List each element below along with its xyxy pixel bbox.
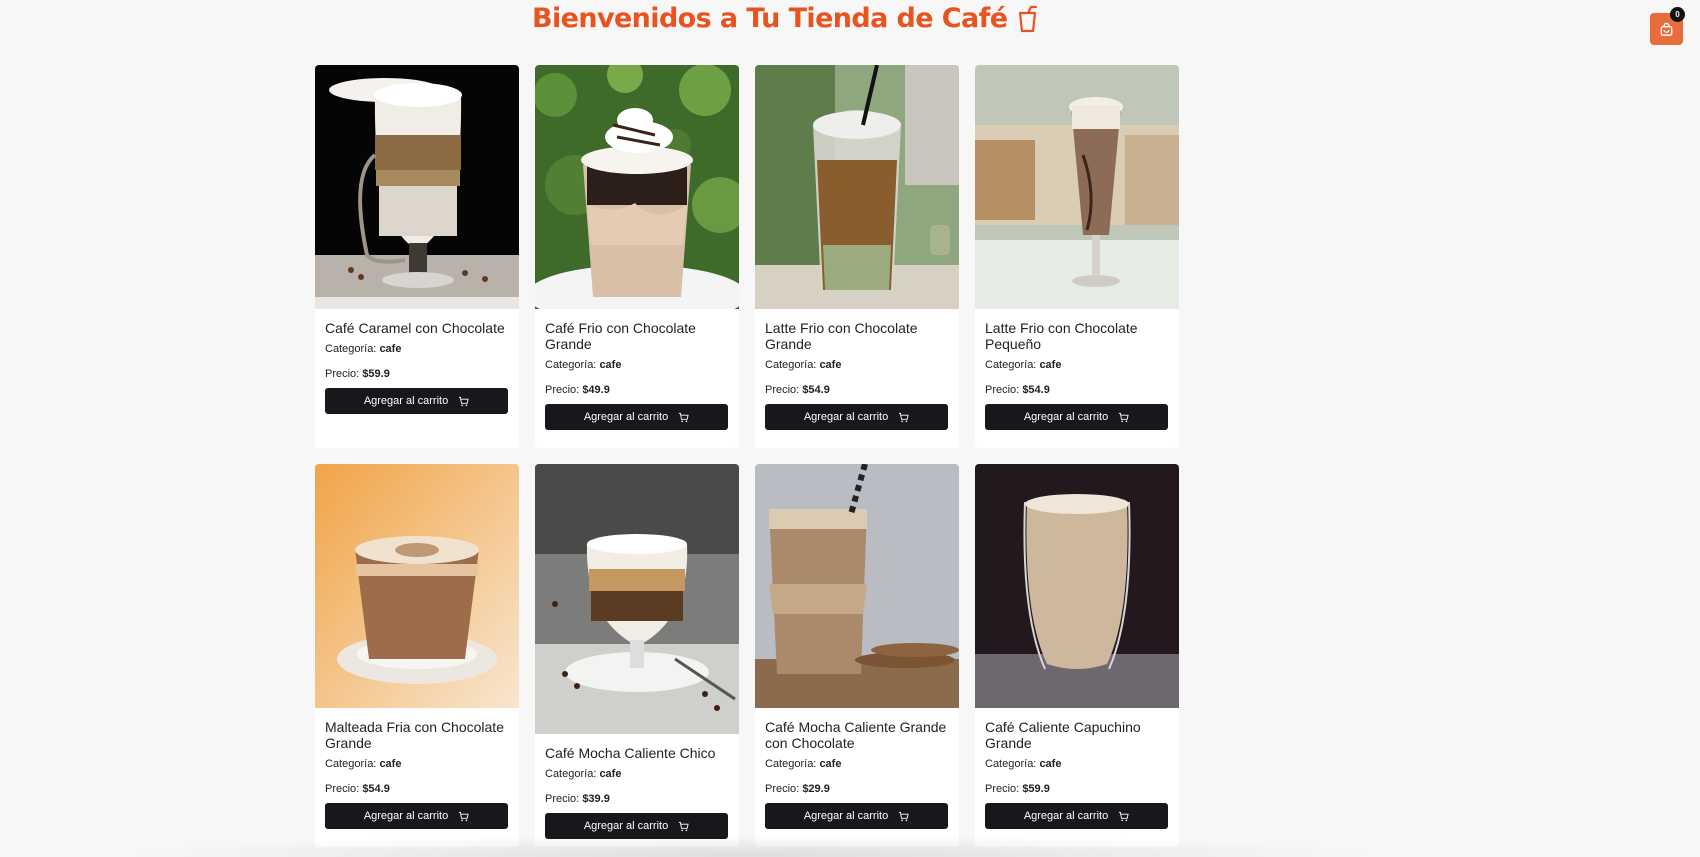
- product-name: Latte Frio con Chocolate Pequeño: [985, 320, 1138, 352]
- cart-icon: [679, 412, 689, 422]
- add-to-cart-label: Agregar al carrito: [363, 810, 449, 822]
- product-category: Categoría: cafe: [765, 359, 842, 371]
- product-card: Café Frio con Chocolate Grande Categoría…: [535, 65, 739, 448]
- add-to-cart-label: Agregar al carrito: [803, 411, 889, 423]
- product-category: Categoría: cafe: [985, 758, 1062, 770]
- product-category: Categoría: cafe: [545, 768, 622, 780]
- product-category: Categoría: cafe: [325, 758, 402, 770]
- product-photo: [315, 464, 519, 708]
- product-category: Categoría: cafe: [985, 359, 1062, 371]
- product-price: Precio: $59.9: [985, 783, 1050, 795]
- add-to-cart-button[interactable]: Agregar al carrito: [545, 813, 728, 839]
- shopping-bag-icon: [1660, 22, 1673, 36]
- product-price: Precio: $54.9: [765, 384, 830, 396]
- product-photo: [315, 65, 519, 309]
- product-photo: [535, 464, 739, 734]
- add-to-cart-button[interactable]: Agregar al carrito: [985, 803, 1168, 829]
- product-card: Café Caliente Capuchino Grande Categoría…: [975, 464, 1179, 847]
- add-to-cart-button[interactable]: Agregar al carrito: [545, 404, 728, 430]
- product-photo: [755, 464, 959, 708]
- cart-icon: [1119, 412, 1129, 422]
- add-to-cart-label: Agregar al carrito: [583, 820, 669, 832]
- product-photo: [975, 65, 1179, 309]
- cart-icon: [899, 412, 909, 422]
- cart-count-badge: 0: [1670, 7, 1685, 22]
- product-price: Precio: $54.9: [325, 783, 390, 795]
- product-price: Precio: $39.9: [545, 793, 610, 805]
- cart-icon: [459, 811, 469, 821]
- page-title-text: Bienvenidos a Tu Tienda de Café: [532, 3, 1008, 34]
- add-to-cart-label: Agregar al carrito: [363, 395, 449, 407]
- cart-icon: [1119, 811, 1129, 821]
- product-category: Categoría: cafe: [765, 758, 842, 770]
- add-to-cart-button[interactable]: Agregar al carrito: [325, 388, 508, 414]
- product-name: Latte Frio con Chocolate Grande: [765, 320, 918, 352]
- product-name: Café Caramel con Chocolate: [325, 320, 505, 336]
- add-to-cart-button[interactable]: Agregar al carrito: [985, 404, 1168, 430]
- product-name: Café Caliente Capuchino Grande: [985, 719, 1141, 751]
- product-photo: [535, 65, 739, 309]
- product-card: Café Mocha Caliente Grande con Chocolate…: [755, 464, 959, 847]
- product-card: Café Mocha Caliente Chico Categoría: caf…: [535, 464, 739, 847]
- cup-icon: [1019, 5, 1038, 33]
- product-name: Café Mocha Caliente Grande con Chocolate: [765, 719, 947, 751]
- product-grid: Café Caramel con Chocolate Categoría: ca…: [315, 65, 1179, 847]
- page-title: Bienvenidos a Tu Tienda de Café: [532, 2, 1039, 36]
- product-name: Café Frio con Chocolate Grande: [545, 320, 696, 352]
- product-card: Latte Frio con Chocolate Grande Categorí…: [755, 65, 959, 448]
- add-to-cart-label: Agregar al carrito: [803, 810, 889, 822]
- product-card: Malteada Fria con Chocolate Grande Categ…: [315, 464, 519, 847]
- add-to-cart-button[interactable]: Agregar al carrito: [325, 803, 508, 829]
- product-category: Categoría: cafe: [325, 343, 402, 355]
- product-price: Precio: $29.9: [765, 783, 830, 795]
- add-to-cart-label: Agregar al carrito: [1023, 411, 1109, 423]
- product-price: Precio: $49.9: [545, 384, 610, 396]
- product-name: Café Mocha Caliente Chico: [545, 745, 716, 761]
- add-to-cart-button[interactable]: Agregar al carrito: [765, 803, 948, 829]
- product-price: Precio: $54.9: [985, 384, 1050, 396]
- add-to-cart-label: Agregar al carrito: [1023, 810, 1109, 822]
- store-page: Bienvenidos a Tu Tienda de Café 0 Café C…: [0, 0, 1700, 857]
- product-card: Café Caramel con Chocolate Categoría: ca…: [315, 65, 519, 448]
- product-photo: [755, 65, 959, 309]
- product-category: Categoría: cafe: [545, 359, 622, 371]
- product-price: Precio: $59.9: [325, 368, 390, 380]
- product-card: Latte Frio con Chocolate Pequeño Categor…: [975, 65, 1179, 448]
- cart-icon: [459, 396, 469, 406]
- cart-icon: [679, 821, 689, 831]
- product-photo: [975, 464, 1179, 708]
- add-to-cart-label: Agregar al carrito: [583, 411, 669, 423]
- product-name: Malteada Fria con Chocolate Grande: [325, 719, 504, 751]
- cart-icon: [899, 811, 909, 821]
- add-to-cart-button[interactable]: Agregar al carrito: [765, 404, 948, 430]
